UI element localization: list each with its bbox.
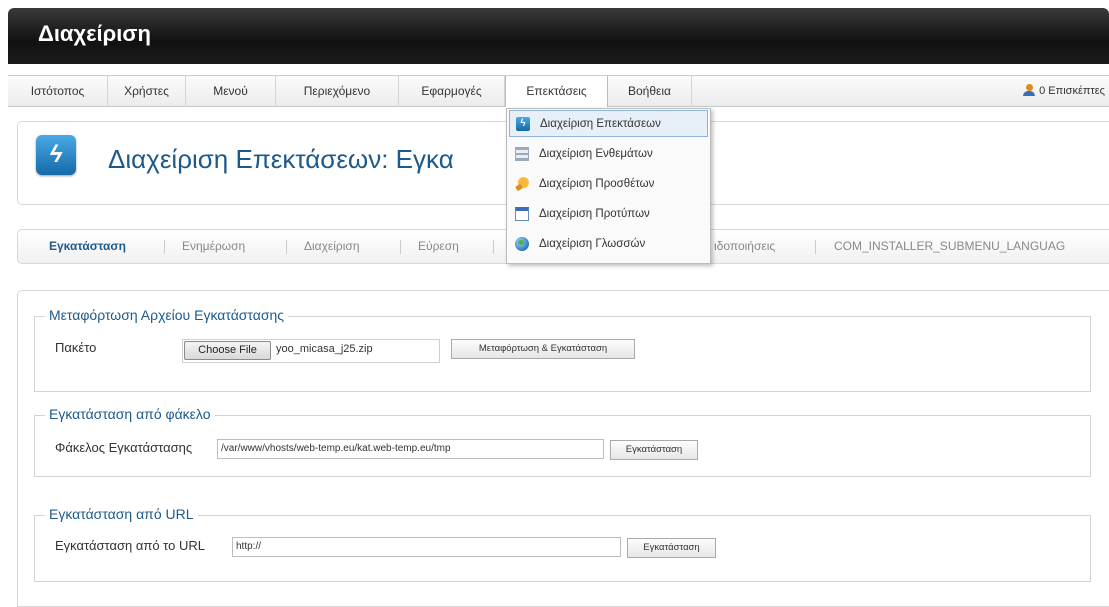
tab-divider xyxy=(815,240,816,254)
header-title: Διαχείριση xyxy=(38,21,151,46)
page-title: Διαχείριση Επεκτάσεων: Εγκα xyxy=(108,144,454,174)
dropdown-item-label: Διαχείριση Ενθεμάτων xyxy=(539,148,653,160)
menu-item-content[interactable]: Περιεχόμενο xyxy=(276,76,399,107)
install-url-button[interactable]: Εγκατάσταση xyxy=(627,538,716,558)
visitors-status[interactable]: 0 Επισκέπτες xyxy=(1023,76,1105,107)
extensions-icon: ϟ xyxy=(516,117,530,131)
menu-item-extensions[interactable]: Επεκτάσεις xyxy=(505,76,608,107)
tab-divider xyxy=(493,240,494,254)
install-url-input[interactable]: http:// xyxy=(232,537,621,557)
folder-legend: Εγκατάσταση από φάκελο xyxy=(45,406,215,422)
languages-icon xyxy=(515,237,529,251)
tab-divider xyxy=(400,240,401,254)
tab-divider xyxy=(286,240,287,254)
tab-warnings[interactable]: ιδοποιήσεις xyxy=(714,230,775,263)
tab-divider xyxy=(164,240,165,254)
dropdown-item-plugin-manager[interactable]: Διαχείριση Προσθέτων xyxy=(509,171,708,198)
modules-icon xyxy=(515,147,529,161)
plugins-icon xyxy=(515,177,529,191)
visitors-icon xyxy=(1023,84,1036,96)
menu-item-site[interactable]: Ιστότοπος xyxy=(8,76,108,107)
install-folder-label: Φάκελος Εγκατάστασης xyxy=(55,440,193,455)
dropdown-item-label: Διαχείριση Επεκτάσεων xyxy=(540,118,661,130)
dropdown-item-extension-manager[interactable]: ϟ Διαχείριση Επεκτάσεων xyxy=(509,110,708,137)
dropdown-item-label: Διαχείριση Γλωσσών xyxy=(539,238,646,250)
menu-item-components[interactable]: Εφαρμογές xyxy=(399,76,505,107)
main-menubar: Ιστότοπος Χρήστες Μενού Περιεχόμενο Εφαρ… xyxy=(8,75,1109,107)
install-folder-button[interactable]: Εγκατάσταση xyxy=(610,440,698,460)
dropdown-item-template-manager[interactable]: Διαχείριση Προτύπων xyxy=(509,201,708,228)
install-url-label: Εγκατάσταση από το URL xyxy=(55,538,205,553)
templates-icon xyxy=(515,207,529,221)
tab-install[interactable]: Εγκατάσταση xyxy=(49,230,126,263)
tab-discover[interactable]: Εύρεση xyxy=(418,230,459,263)
extensions-dropdown: ϟ Διαχείριση Επεκτάσεων Διαχείριση Ενθεμ… xyxy=(506,108,711,264)
menu-item-help[interactable]: Βοήθεια xyxy=(608,76,692,107)
visitors-count: 0 Επισκέπτες xyxy=(1039,85,1105,97)
tab-languages[interactable]: COM_INSTALLER_SUBMENU_LANGUAG xyxy=(834,230,1065,263)
upload-legend: Μεταφόρτωση Αρχείου Εγκατάστασης xyxy=(45,307,289,323)
url-legend: Εγκατάσταση από URL xyxy=(45,506,198,522)
dropdown-item-module-manager[interactable]: Διαχείριση Ενθεμάτων xyxy=(509,141,708,168)
dropdown-item-label: Διαχείριση Προσθέτων xyxy=(539,178,655,190)
upload-install-button[interactable]: Μεταφόρτωση & Εγκατάσταση xyxy=(451,339,635,359)
extension-manager-icon: ϟ xyxy=(36,135,76,175)
tab-manage[interactable]: Διαχείριση xyxy=(304,230,360,263)
file-input[interactable] xyxy=(182,339,440,363)
dropdown-item-label: Διαχείριση Προτύπων xyxy=(539,208,650,220)
package-label: Πακέτο xyxy=(55,340,97,355)
menu-item-users[interactable]: Χρήστες xyxy=(108,76,186,107)
menu-item-menus[interactable]: Μενού xyxy=(186,76,276,107)
admin-header: Διαχείριση xyxy=(8,8,1109,64)
install-folder-input[interactable]: /var/www/vhosts/web-temp.eu/kat.web-temp… xyxy=(217,439,604,459)
tab-update[interactable]: Ενημέρωση xyxy=(182,230,245,263)
dropdown-item-language-manager[interactable]: Διαχείριση Γλωσσών xyxy=(509,231,708,258)
